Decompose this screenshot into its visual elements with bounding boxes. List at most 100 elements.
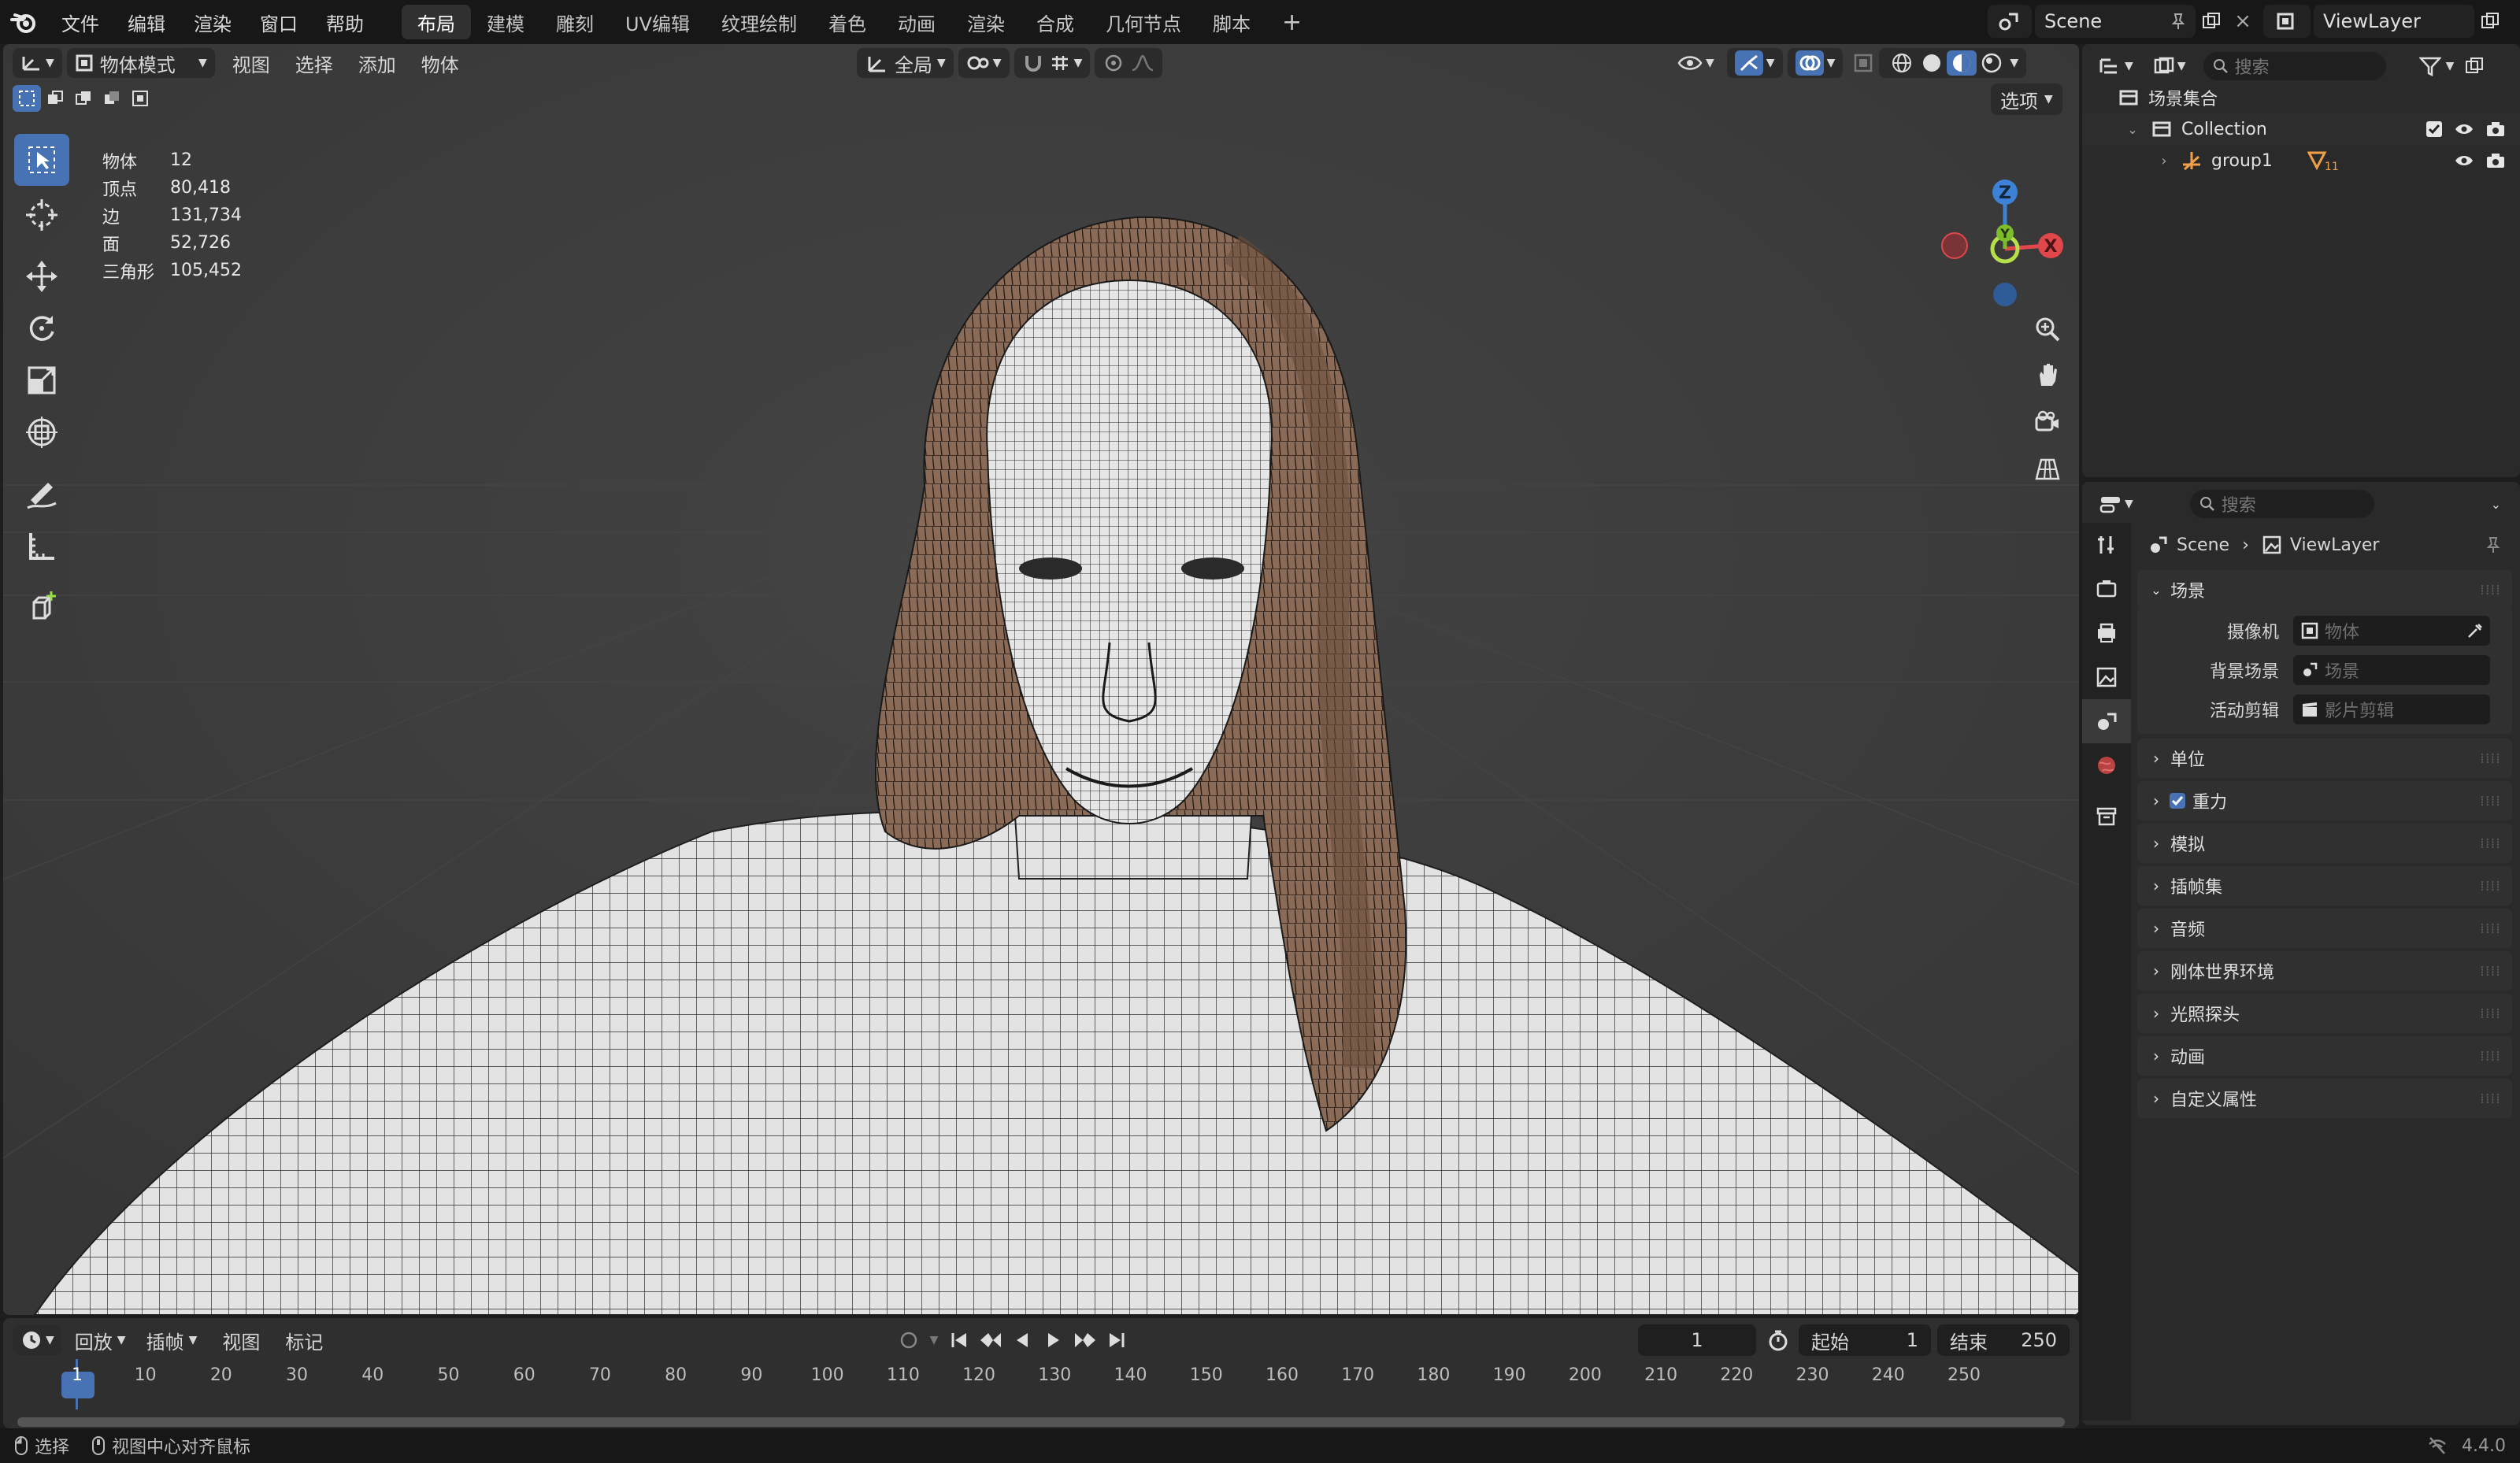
pivot-point-dropdown[interactable]: ▼ [958, 48, 1010, 78]
tab-collection[interactable] [2082, 794, 2131, 838]
panel-units[interactable]: › 单位 ⁞⁞⁞⁞ [2137, 739, 2512, 778]
tab-output[interactable] [2082, 611, 2131, 655]
next-keyframe-icon[interactable] [1069, 1324, 1101, 1356]
timeline-view-menu[interactable]: 视图 [209, 1327, 272, 1354]
measure-tool[interactable] [14, 520, 69, 572]
editor-type-button[interactable]: ▼ [13, 48, 62, 78]
drag-handle-icon[interactable]: ⁞⁞⁞⁞ [2480, 793, 2501, 809]
scene-name-field[interactable]: Scene [2035, 5, 2196, 38]
menu-select[interactable]: 选择 [283, 50, 346, 77]
panel-animation[interactable]: › 动画 ⁞⁞⁞⁞ [2137, 1036, 2512, 1076]
filter-icon[interactable] [2414, 52, 2446, 80]
pin-icon[interactable] [2485, 536, 2501, 554]
menu-view[interactable]: 视图 [220, 50, 283, 77]
view-layer-field[interactable]: ViewLayer [2314, 5, 2474, 38]
eye-icon[interactable] [2454, 153, 2474, 169]
annotate-tool[interactable] [14, 468, 69, 520]
menu-add[interactable]: 添加 [346, 50, 409, 77]
chevron-right-icon[interactable]: › [2155, 153, 2174, 169]
jump-end-icon[interactable] [1101, 1324, 1132, 1356]
eye-icon[interactable] [2454, 121, 2474, 137]
navigation-gizmo[interactable]: Z X Y [1928, 131, 2079, 320]
camera-field[interactable]: 物体 [2293, 616, 2490, 646]
overlay-toggle[interactable]: ▼ [1787, 48, 1844, 78]
play-reverse-icon[interactable] [1006, 1324, 1038, 1356]
ortho-grid-icon[interactable] [2027, 446, 2068, 493]
drag-handle-icon[interactable]: ⁞⁞⁞⁞ [2480, 920, 2501, 937]
drag-handle-icon[interactable]: ⁞⁞⁞⁞ [2480, 1048, 2501, 1065]
panel-gravity[interactable]: › 重力 ⁞⁞⁞⁞ [2137, 781, 2512, 820]
properties-editor-type[interactable]: ▼ [2092, 489, 2141, 519]
3d-viewport[interactable]: ▼ 物体模式 ▼ 视图 选择 添加 物体 全局 ▼ ▼ ▼ ▼ ▼ ▼ ▼ 选项… [3, 44, 2079, 1315]
tab-compositing[interactable]: 合成 [1021, 5, 1090, 39]
menu-file[interactable]: 文件 [47, 9, 113, 36]
select-intersect-icon[interactable] [126, 85, 154, 112]
timeline-scrollbar[interactable] [17, 1417, 2065, 1427]
select-new-icon[interactable] [13, 85, 41, 112]
outliner-row-collection[interactable]: ⌄ Collection [2082, 113, 2520, 145]
panel-light-probes[interactable]: › 光照探头 ⁞⁞⁞⁞ [2137, 994, 2512, 1033]
select-invert-icon[interactable] [98, 85, 126, 112]
visibility-dropdown[interactable]: ▼ [1670, 48, 1722, 78]
gizmo-toggle[interactable]: ▼ [1726, 48, 1783, 78]
select-extend-icon[interactable] [41, 85, 69, 112]
rotate-tool[interactable] [14, 302, 69, 354]
outliner-search[interactable]: 搜索 [2203, 52, 2386, 80]
gravity-checkbox[interactable] [2169, 792, 2186, 809]
end-frame-field[interactable]: 结束 250 [1937, 1324, 2070, 1356]
drag-handle-icon[interactable]: ⁞⁞⁞⁞ [2480, 1091, 2501, 1107]
tab-rendering[interactable]: 渲染 [951, 5, 1021, 39]
chevron-down-icon[interactable]: ⌄ [2491, 497, 2501, 512]
tab-texture-paint[interactable]: 纹理绘制 [706, 5, 813, 39]
drag-handle-icon[interactable]: ⁞⁞⁞⁞ [2480, 750, 2501, 767]
tab-shading[interactable]: 着色 [813, 5, 882, 39]
prev-keyframe-icon[interactable] [975, 1324, 1006, 1356]
tab-world[interactable] [2082, 743, 2131, 787]
outliner-row-scene-collection[interactable]: 场景集合 [2082, 82, 2520, 113]
new-view-layer-icon[interactable] [2474, 5, 2506, 38]
pan-hand-icon[interactable] [2027, 351, 2068, 398]
tab-animation[interactable]: 动画 [882, 5, 951, 39]
display-mode-dropdown[interactable]: ▼ [2145, 51, 2194, 81]
drag-handle-icon[interactable]: ⁞⁞⁞⁞ [2480, 878, 2501, 894]
rendered-shading-icon[interactable] [1977, 50, 2007, 76]
new-collection-icon[interactable] [2459, 52, 2490, 80]
options-dropdown[interactable]: 选项 ▼ [1991, 83, 2062, 115]
transform-tool[interactable] [14, 406, 69, 458]
outliner-editor-type[interactable]: ▼ [2092, 51, 2141, 81]
blender-logo-icon[interactable] [0, 0, 47, 44]
zoom-icon[interactable] [2027, 307, 2068, 351]
new-scene-icon[interactable] [2196, 5, 2227, 38]
tab-scene[interactable] [2082, 699, 2131, 743]
chevron-down-icon[interactable]: ⌄ [2123, 122, 2142, 137]
drag-handle-icon[interactable]: ⁞⁞⁞⁞ [2480, 1006, 2501, 1022]
cursor-tool[interactable] [14, 189, 69, 241]
tab-tool[interactable] [2082, 523, 2131, 567]
snap-toggle[interactable]: ▼ [1014, 48, 1091, 78]
tab-view-layer[interactable] [2082, 655, 2131, 699]
outliner-row-group1[interactable]: › group1 11 [2082, 145, 2520, 176]
xray-icon[interactable] [1847, 48, 1879, 78]
start-frame-field[interactable]: 起始 1 [1799, 1324, 1931, 1356]
chevron-down-icon[interactable]: ▼ [2446, 60, 2455, 72]
tab-sculpting[interactable]: 雕刻 [540, 5, 610, 39]
tab-geometry-nodes[interactable]: 几何节点 [1090, 5, 1197, 39]
camera-icon[interactable] [2485, 120, 2506, 138]
stopwatch-icon[interactable] [1761, 1324, 1796, 1356]
select-subtract-icon[interactable] [69, 85, 98, 112]
panel-audio[interactable]: › 音频 ⁞⁞⁞⁞ [2137, 909, 2512, 948]
pin-icon[interactable] [2170, 13, 2186, 30]
add-workspace-button[interactable]: + [1266, 5, 1317, 39]
eyedropper-icon[interactable] [2466, 622, 2484, 639]
menu-render[interactable]: 渲染 [180, 9, 246, 36]
wireframe-shading-icon[interactable] [1887, 50, 1917, 76]
properties-search[interactable]: 搜索 [2189, 490, 2374, 518]
select-box-tool[interactable] [14, 134, 69, 186]
chevron-down-icon[interactable]: ▼ [2010, 57, 2018, 69]
chevron-down-icon[interactable]: ▼ [925, 1334, 943, 1346]
transform-orientation-dropdown[interactable]: 全局 ▼ [857, 48, 954, 78]
panel-simulation[interactable]: › 模拟 ⁞⁞⁞⁞ [2137, 824, 2512, 863]
view-layer-icon[interactable] [2263, 5, 2311, 38]
solid-shading-icon[interactable] [1917, 50, 1947, 76]
menu-window[interactable]: 窗口 [246, 9, 312, 36]
